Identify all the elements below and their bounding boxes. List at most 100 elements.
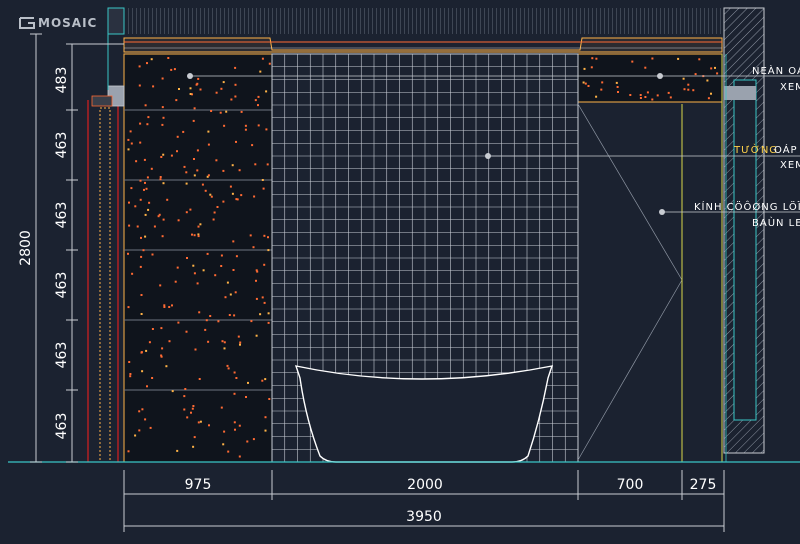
stone-speckle bbox=[192, 445, 195, 448]
stone-speckle bbox=[151, 328, 154, 330]
stone-speckle bbox=[142, 249, 145, 252]
stone-speckle bbox=[168, 306, 171, 308]
dim-463-5: 463 bbox=[54, 413, 70, 440]
stone-speckle bbox=[220, 87, 223, 90]
stone-speckle bbox=[190, 411, 192, 414]
stone-speckle bbox=[590, 66, 593, 69]
stone-speckle bbox=[244, 124, 247, 127]
stone-speckle bbox=[139, 122, 142, 125]
dim-463-2: 463 bbox=[54, 202, 70, 229]
dim-463-4: 463 bbox=[54, 342, 70, 369]
bathtub bbox=[294, 365, 554, 463]
stone-speckle bbox=[208, 424, 210, 427]
stone-speckle bbox=[644, 96, 647, 98]
stone-speckle bbox=[129, 375, 132, 378]
left-wall-section bbox=[87, 8, 125, 463]
stone-speckle bbox=[139, 198, 142, 201]
stone-speckle bbox=[185, 182, 188, 185]
stone-speckle bbox=[240, 110, 243, 113]
stone-speckle bbox=[171, 390, 174, 393]
stone-speckle bbox=[250, 320, 253, 323]
stone-speckle bbox=[584, 82, 587, 85]
stone-speckle bbox=[255, 334, 258, 337]
stone-speckle bbox=[174, 280, 177, 283]
stone-speckle bbox=[265, 128, 268, 131]
stone-speckle bbox=[184, 388, 187, 390]
stone-speckle bbox=[639, 94, 642, 96]
stone-speckle bbox=[222, 443, 225, 446]
stone-speckle bbox=[161, 77, 164, 80]
stone-speckle bbox=[233, 314, 236, 317]
stone-speckle bbox=[146, 123, 149, 126]
stone-speckle bbox=[141, 408, 144, 411]
stone-speckle bbox=[616, 86, 619, 88]
stone-speckle bbox=[246, 440, 249, 443]
stone-speckle bbox=[162, 116, 165, 119]
note2-line2: XEM bbox=[780, 160, 800, 171]
stone-speckle bbox=[656, 94, 659, 97]
stone-speckle bbox=[153, 225, 156, 228]
stone-speckle bbox=[667, 91, 670, 94]
stone-speckle bbox=[150, 58, 153, 61]
stone-speckle bbox=[646, 91, 649, 94]
glass-partition bbox=[577, 54, 727, 462]
stone-speckle bbox=[220, 254, 223, 257]
stone-speckle bbox=[189, 87, 192, 90]
stone-speckle bbox=[262, 187, 265, 190]
stone-speckle bbox=[139, 265, 142, 268]
stone-speckle bbox=[140, 351, 143, 354]
dim-total-height: 2800 bbox=[18, 230, 34, 266]
stone-speckle bbox=[127, 148, 130, 151]
stone-speckle bbox=[183, 408, 186, 411]
stone-speckle bbox=[267, 249, 270, 252]
stone-speckle bbox=[140, 313, 143, 315]
stone-speckle bbox=[615, 81, 618, 84]
stone-speckle bbox=[238, 424, 241, 427]
stone-speckle bbox=[138, 429, 141, 432]
stone-speckle bbox=[183, 165, 186, 168]
stone-speckle bbox=[225, 110, 228, 113]
stone-speckle bbox=[233, 421, 236, 424]
stone-speckle bbox=[171, 304, 173, 307]
stone-speckle bbox=[148, 201, 151, 204]
stone-speckle bbox=[161, 106, 164, 109]
cornice-molding bbox=[123, 37, 723, 53]
stone-speckle bbox=[261, 296, 264, 299]
stone-speckle bbox=[257, 124, 260, 127]
stone-speckle bbox=[234, 66, 237, 69]
stone-speckle bbox=[163, 306, 166, 308]
stone-speckle bbox=[176, 150, 178, 153]
stone-speckle bbox=[682, 77, 685, 80]
stone-speckle bbox=[245, 396, 247, 398]
note1-line2: XEM bbox=[780, 82, 800, 93]
stone-speckle bbox=[177, 321, 180, 324]
stone-speckle bbox=[147, 116, 150, 119]
stone-speckle bbox=[131, 272, 134, 275]
note1-line1: NEÀN OÁ bbox=[752, 64, 800, 77]
mosaic-logo: MOSAIC bbox=[19, 16, 96, 30]
stone-speckle bbox=[213, 211, 216, 214]
stone-speckle bbox=[199, 88, 202, 91]
stone-speckle bbox=[239, 341, 242, 344]
stone-speckle bbox=[707, 97, 710, 100]
stone-speckle bbox=[127, 306, 130, 309]
stone-speckle bbox=[140, 255, 143, 258]
stone-speckle bbox=[167, 57, 170, 59]
stone-speckle bbox=[264, 429, 267, 432]
stone-speckle bbox=[152, 85, 155, 88]
stone-speckle bbox=[235, 198, 238, 201]
stone-speckle bbox=[651, 98, 654, 101]
stone-speckle bbox=[136, 225, 139, 228]
stone-speckle bbox=[134, 434, 137, 437]
stone-speckle bbox=[259, 70, 262, 73]
dim-463-3: 463 bbox=[54, 272, 70, 299]
stone-speckle bbox=[192, 119, 195, 122]
stone-speckle bbox=[255, 297, 258, 300]
dim-275: 275 bbox=[690, 477, 717, 493]
stone-speckle bbox=[130, 187, 133, 190]
stone-speckle bbox=[266, 163, 269, 166]
stone-speckle bbox=[669, 96, 672, 99]
stone-panel-right bbox=[577, 53, 723, 103]
right-wall-cap bbox=[724, 86, 756, 100]
stone-speckle bbox=[199, 420, 202, 423]
